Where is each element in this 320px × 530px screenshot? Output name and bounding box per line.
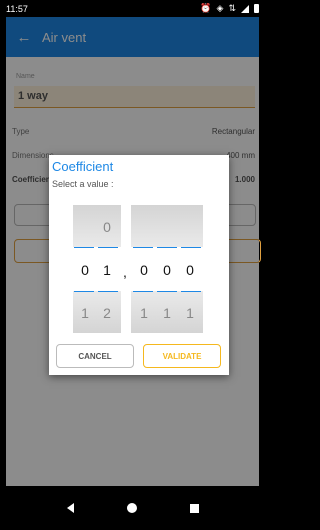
- data-icon: ⇅: [228, 3, 236, 13]
- coefficient-dialog: Coefficient Select a value : 0 0 1 1 2 ,…: [49, 155, 229, 375]
- nav-home-icon[interactable]: [126, 503, 137, 513]
- dialog-subtitle: Select a value :: [52, 179, 114, 189]
- col-2-top-line: [98, 247, 118, 248]
- decimal-separator: ,: [123, 264, 127, 280]
- validate-button[interactable]: VALIDATE: [143, 344, 221, 368]
- dialog-title: Coefficient: [52, 159, 114, 174]
- digit-col-1-selected[interactable]: 0: [76, 262, 94, 278]
- digit-col-4-selected[interactable]: 0: [158, 262, 176, 278]
- system-nav-bar: [0, 486, 265, 530]
- signal-icon: [241, 4, 249, 13]
- vibrate-icon: ◈: [216, 3, 224, 13]
- nav-recents-icon[interactable]: [189, 503, 199, 513]
- digit-col-5-selected[interactable]: 0: [181, 262, 199, 278]
- digit-col-1-below: 1: [81, 305, 89, 321]
- cancel-button[interactable]: CANCEL: [56, 344, 134, 368]
- digit-col-5-below: 1: [186, 305, 194, 321]
- digit-col-2-below: 2: [103, 305, 111, 321]
- alarm-icon: ⏰: [200, 3, 212, 13]
- col-4-bottom-line: [157, 291, 177, 292]
- digit-col-4-below: 1: [163, 305, 171, 321]
- digit-col-2-selected[interactable]: 1: [98, 262, 116, 278]
- digit-col-3-below: 1: [140, 305, 148, 321]
- col-3-top-line: [133, 247, 153, 248]
- col-5-top-line: [181, 247, 201, 248]
- col-1-top-line: [74, 247, 94, 248]
- integer-picker[interactable]: 0 0 1 1 2: [73, 205, 121, 333]
- status-time: 11:57: [6, 3, 28, 14]
- picker-top-shade: [131, 205, 203, 247]
- status-bar: 11:57 ⏰ ◈ ⇅: [0, 0, 265, 17]
- battery-icon: [254, 4, 259, 13]
- digit-col-3-selected[interactable]: 0: [135, 262, 153, 278]
- col-4-top-line: [157, 247, 177, 248]
- col-2-bottom-line: [98, 291, 118, 292]
- digit-col-2-above: 0: [103, 219, 111, 235]
- col-1-bottom-line: [74, 291, 94, 292]
- col-3-bottom-line: [133, 291, 153, 292]
- status-icons: ⏰ ◈ ⇅: [200, 3, 259, 14]
- nav-back-icon[interactable]: [66, 503, 74, 513]
- decimal-picker[interactable]: 0 0 0 1 1 1: [131, 205, 203, 333]
- col-5-bottom-line: [181, 291, 201, 292]
